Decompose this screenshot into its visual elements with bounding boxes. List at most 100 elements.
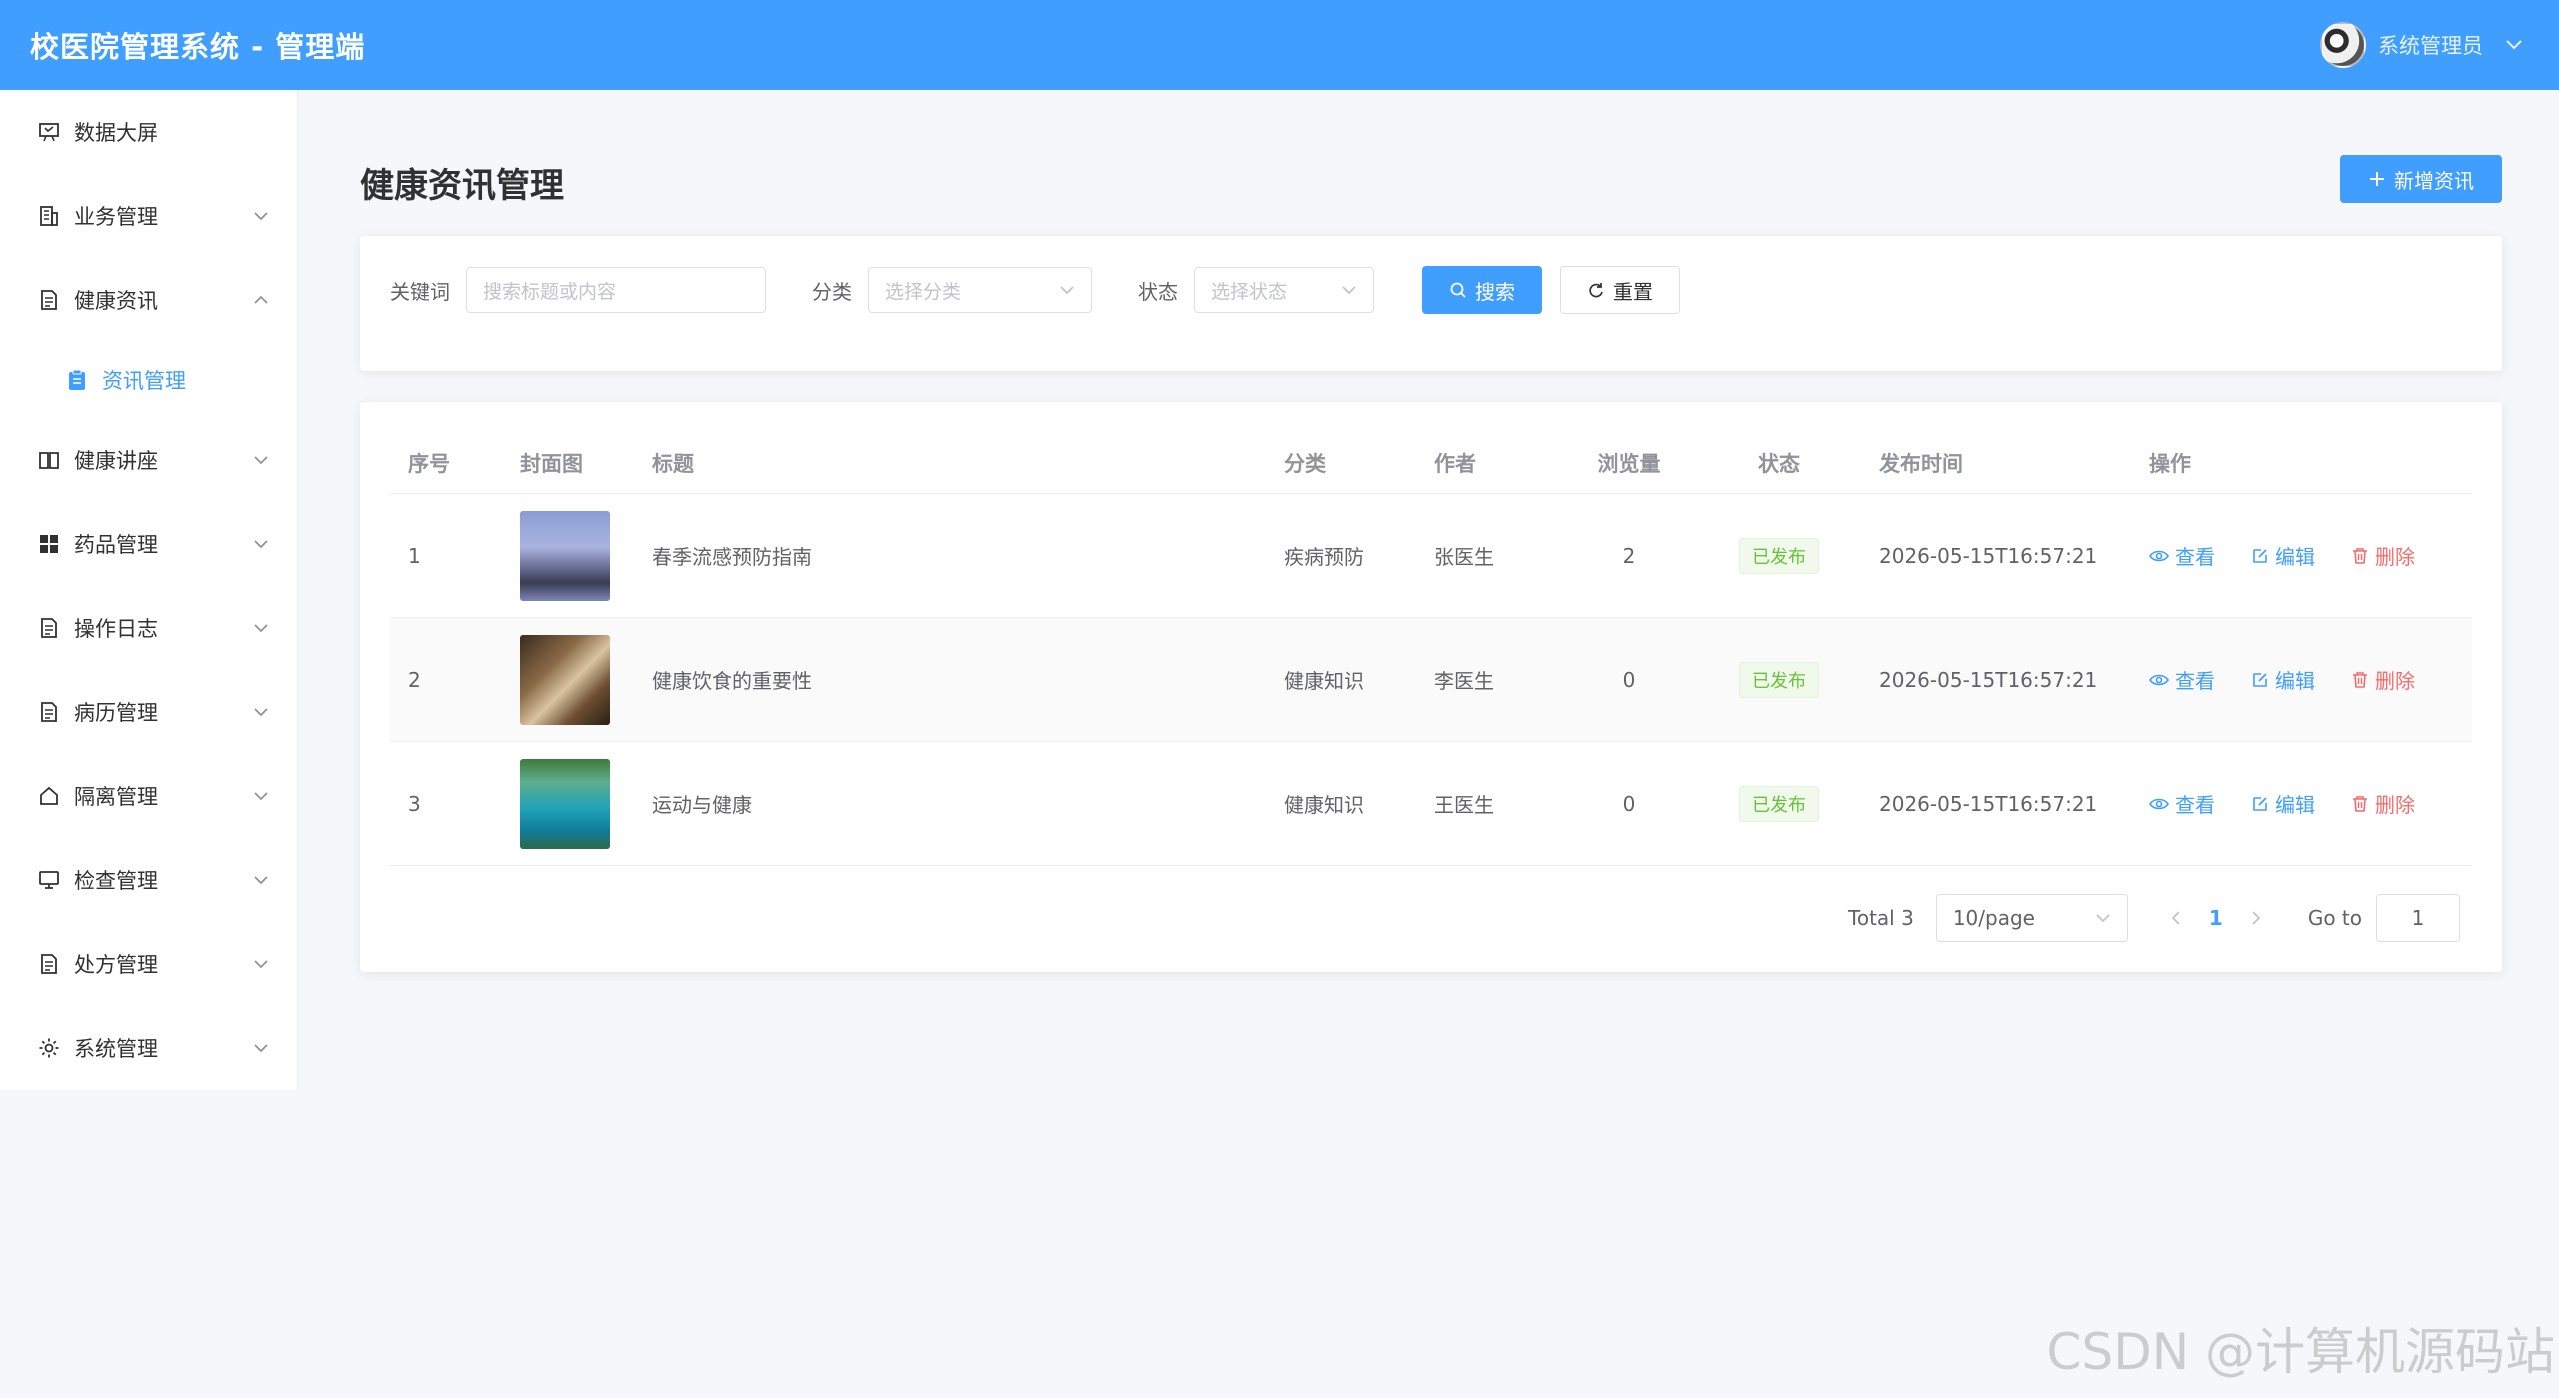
user-menu[interactable]: 系统管理员 <box>2320 22 2523 68</box>
cover-image[interactable] <box>520 758 610 849</box>
chevron-down-icon <box>253 959 269 969</box>
edit-button-label: 编辑 <box>2275 793 2315 817</box>
keyword-input[interactable]: 搜索标题或内容 <box>466 267 766 313</box>
sidebar-item-medicine[interactable]: 药品管理 <box>0 502 297 586</box>
row-category: 疾病预防 <box>1284 545 1364 569</box>
sidebar-item-lectures[interactable]: 健康讲座 <box>0 418 297 502</box>
row-category: 健康知识 <box>1284 793 1364 817</box>
delete-button[interactable]: 删除 <box>2351 665 2415 694</box>
table-header: 序号 封面图 标题 分类 作者 浏览量 状态 发布时间 操作 <box>390 432 2472 494</box>
sidebar-item-medical-records[interactable]: 病历管理 <box>0 670 297 754</box>
sidebar-item-system[interactable]: 系统管理 <box>0 1006 297 1090</box>
user-name[interactable]: 系统管理员 <box>2378 30 2483 60</box>
pagination-total: Total 3 <box>1848 906 1914 930</box>
row-index: 1 <box>408 543 421 568</box>
filter-row: 关键词 搜索标题或内容 分类 选择分类 状态 选择状态 搜索 重置 <box>390 266 1680 314</box>
edit-icon <box>2251 795 2269 813</box>
refresh-icon <box>1587 281 1605 299</box>
delete-button[interactable]: 删除 <box>2351 541 2415 570</box>
search-button[interactable]: 搜索 <box>1422 266 1542 314</box>
sidebar-item-isolation[interactable]: 隔离管理 <box>0 754 297 838</box>
edit-icon <box>2251 671 2269 689</box>
sidebar-item-label: 健康资讯 <box>74 289 158 313</box>
status-badge: 已发布 <box>1739 661 1819 698</box>
row-publish-time: 2026-05-15T16:57:21 <box>1879 667 2098 692</box>
chevron-down-icon <box>253 1043 269 1053</box>
news-table: 序号 封面图 标题 分类 作者 浏览量 状态 发布时间 操作 1 春季流感预防指… <box>390 432 2472 866</box>
book-icon <box>36 447 62 473</box>
row-author: 王医生 <box>1434 793 1494 817</box>
sidebar-item-health-news[interactable]: 健康资讯 <box>0 258 297 342</box>
sidebar-item-label: 隔离管理 <box>74 785 158 809</box>
chevron-down-icon <box>253 455 269 465</box>
document-icon <box>36 287 62 313</box>
trash-icon <box>2351 671 2369 689</box>
monitor-icon <box>36 867 62 893</box>
sidebar-item-label: 操作日志 <box>74 617 158 641</box>
page-number[interactable]: 1 <box>2194 906 2238 930</box>
row-actions: 查看 编辑 删除 <box>2149 665 2472 694</box>
page-size-select[interactable]: 10/page <box>1935 894 2128 942</box>
view-button[interactable]: 查看 <box>2149 665 2215 694</box>
sidebar-item-label: 业务管理 <box>74 205 158 229</box>
page-title: 健康资讯管理 <box>360 166 564 206</box>
document-icon <box>36 951 62 977</box>
status-select[interactable]: 选择状态 <box>1194 267 1374 313</box>
avatar[interactable] <box>2320 22 2366 68</box>
edit-button[interactable]: 编辑 <box>2251 665 2315 694</box>
sidebar-item-label: 检查管理 <box>74 869 158 893</box>
view-button-label: 查看 <box>2175 793 2215 817</box>
col-header-status: 状态 <box>1758 451 1800 476</box>
table-row: 2 健康饮食的重要性 健康知识 李医生 0 已发布 2026-05-15T16:… <box>390 618 2472 742</box>
row-views: 0 <box>1622 667 1636 692</box>
sidebar-item-label: 数据大屏 <box>74 121 158 145</box>
sidebar-item-label: 系统管理 <box>74 1037 158 1061</box>
goto-page-input[interactable]: 1 <box>2376 894 2460 942</box>
sidebar-item-news-management[interactable]: 资讯管理 <box>0 342 297 418</box>
status-label: 状态 <box>1138 279 1178 304</box>
edit-button[interactable]: 编辑 <box>2251 541 2315 570</box>
next-page-button[interactable] <box>2238 911 2274 925</box>
view-button[interactable]: 查看 <box>2149 789 2215 818</box>
sidebar-item-business[interactable]: 业务管理 <box>0 174 297 258</box>
cover-image[interactable] <box>520 634 610 725</box>
delete-button-label: 删除 <box>2375 545 2415 569</box>
delete-button-label: 删除 <box>2375 669 2415 693</box>
chevron-down-icon[interactable] <box>2505 39 2523 51</box>
sidebar-item-operation-log[interactable]: 操作日志 <box>0 586 297 670</box>
reset-button[interactable]: 重置 <box>1560 266 1680 314</box>
row-index: 2 <box>408 667 421 692</box>
category-select[interactable]: 选择分类 <box>868 267 1092 313</box>
delete-button[interactable]: 删除 <box>2351 789 2415 818</box>
edit-icon <box>2251 547 2269 565</box>
sidebar-item-examination[interactable]: 检查管理 <box>0 838 297 922</box>
row-index: 3 <box>408 791 421 816</box>
col-header-actions: 操作 <box>2149 451 2191 476</box>
sidebar-item-prescription[interactable]: 处方管理 <box>0 922 297 1006</box>
page-size-value: 10/page <box>1952 906 2035 930</box>
document-icon <box>36 615 62 641</box>
status-cell: 已发布 <box>1679 661 1879 698</box>
row-title: 健康饮食的重要性 <box>652 669 812 693</box>
sidebar-item-dashboard[interactable]: 数据大屏 <box>0 90 297 174</box>
view-button[interactable]: 查看 <box>2149 541 2215 570</box>
chevron-down-icon <box>1341 285 1357 295</box>
chevron-down-icon <box>253 791 269 801</box>
row-author: 张医生 <box>1434 545 1494 569</box>
prev-page-button[interactable] <box>2158 911 2194 925</box>
row-views: 0 <box>1622 791 1636 816</box>
news-table-panel: 序号 封面图 标题 分类 作者 浏览量 状态 发布时间 操作 1 春季流感预防指… <box>360 402 2502 972</box>
clipboard-icon <box>66 369 88 391</box>
sidebar-item-label: 健康讲座 <box>74 449 158 473</box>
edit-button[interactable]: 编辑 <box>2251 789 2315 818</box>
add-news-button-label: 新增资讯 <box>2394 168 2474 193</box>
chevron-down-icon <box>253 875 269 885</box>
row-actions: 查看 编辑 删除 <box>2149 789 2472 818</box>
chevron-down-icon <box>253 623 269 633</box>
col-header-cover: 封面图 <box>520 451 583 476</box>
status-cell: 已发布 <box>1679 785 1879 822</box>
add-news-button[interactable]: 新增资讯 <box>2340 155 2502 203</box>
reset-button-label: 重置 <box>1613 279 1653 304</box>
cover-image[interactable] <box>520 510 610 601</box>
row-publish-time: 2026-05-15T16:57:21 <box>1879 543 2098 568</box>
